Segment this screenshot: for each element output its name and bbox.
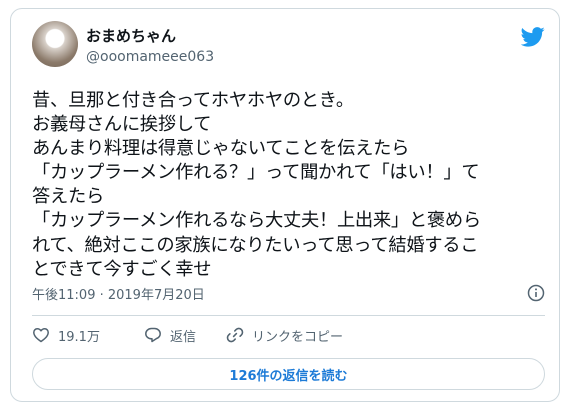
tweet-line: あんまり料理は得意じゃないてことを伝えたら [32, 138, 410, 160]
twitter-bird-icon[interactable] [521, 27, 545, 47]
link-icon [226, 327, 244, 343]
tweet-card: おまめちゃん @ooomameee063 昔、旦那と付き合ってホヤホヤのとき。 … [10, 8, 560, 402]
tweet-timestamp[interactable]: 午後11:09 · 2019年7月20日 [32, 284, 205, 303]
comment-icon [145, 327, 161, 343]
reply-button[interactable]: 返信 [144, 324, 196, 346]
author-handle[interactable]: @ooomameee063 [86, 48, 214, 66]
copy-link-label: リンクをコピー [252, 329, 344, 345]
tweet-line: 「カップラーメン作れるなら大丈夫！上出来」と褒めら [32, 210, 481, 232]
like-button[interactable]: 19.1万 [32, 324, 100, 346]
tweet-line: とできて今すごく幸せ [32, 258, 212, 280]
reply-label: 返信 [170, 329, 197, 345]
tweet-line: 昔、旦那と付き合ってホヤホヤのとき。 [32, 90, 354, 111]
tweet-line: 「カップラーメン作れる？」って聞かれて「はい！」て [32, 162, 480, 184]
read-replies-button[interactable]: 126件の返信を読む [32, 358, 545, 390]
author-display-name[interactable]: おまめちゃん [86, 27, 176, 45]
copy-link-button[interactable]: リンクをコピー [226, 324, 343, 346]
tweet-text: 昔、旦那と付き合ってホヤホヤのとき。 お義母さんに挨拶して あんまり料理は得意じ… [32, 89, 547, 282]
avatar[interactable] [32, 21, 78, 67]
tweet-line: お義母さんに挨拶して [32, 114, 212, 136]
heart-icon [33, 328, 49, 343]
divider [32, 315, 545, 316]
info-icon[interactable] [527, 284, 545, 302]
tweet-line: れて、絶対ここの家族になりたいって思って結婚するこ [32, 234, 479, 256]
like-count: 19.1万 [58, 329, 100, 345]
tweet-line: 答えたら [32, 186, 104, 208]
